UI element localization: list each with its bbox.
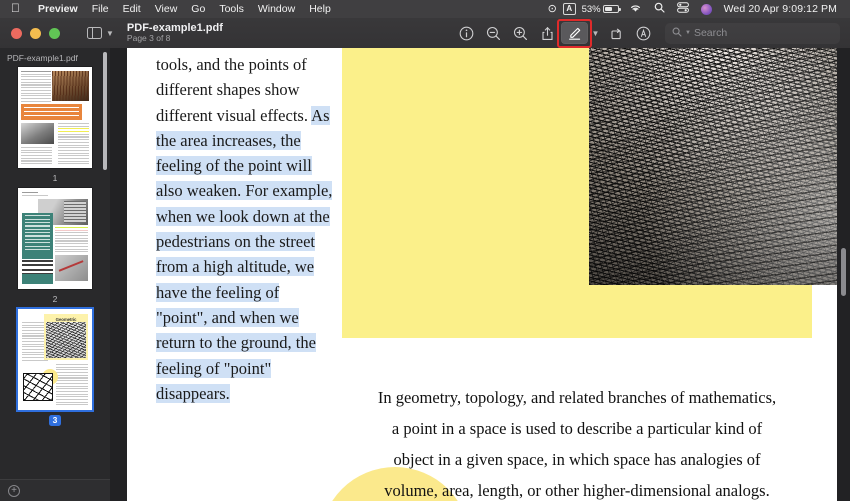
thumb2-right-column <box>55 227 88 254</box>
left-text-column[interactable]: tools, and the points of different shape… <box>156 52 334 406</box>
thumb3-right-column <box>56 364 88 407</box>
zoom-window-button[interactable] <box>49 27 60 39</box>
markup-button-group <box>557 18 592 48</box>
zoom-in-button[interactable] <box>507 22 534 44</box>
thumb2-header <box>22 192 88 197</box>
siri-icon[interactable] <box>700 3 712 15</box>
input-source-icon[interactable]: A <box>562 3 576 15</box>
sidebar-toggle-button[interactable]: ▼ <box>87 26 114 40</box>
rotate-button[interactable] <box>603 22 630 44</box>
apple-menu-icon[interactable]:  <box>0 2 31 14</box>
menu-item-help[interactable]: Help <box>302 3 338 15</box>
preview-window: ▼ PDF-example1.pdf Page 3 of 8 ▼ ▼ Searc… <box>0 18 850 501</box>
thumb2-teal-footer <box>22 274 53 284</box>
list-item[interactable]: 1 <box>0 67 110 184</box>
markup-button[interactable] <box>561 22 588 44</box>
sidebar-gutter <box>110 48 127 501</box>
thumbnail-page-3[interactable]: Geometric Philosophy <box>18 309 92 410</box>
control-center-icon[interactable] <box>671 2 695 16</box>
search-scope-chevron-down-icon[interactable]: ▼ <box>685 30 691 36</box>
list-item[interactable]: 2 <box>0 188 110 305</box>
spotlight-search-icon[interactable] <box>648 2 671 16</box>
thumb1-bottom-column <box>21 147 52 166</box>
search-field[interactable]: ▼ Search <box>665 22 840 44</box>
pdf-page-3: tools, and the points of different shape… <box>127 48 850 501</box>
page-yellow-panel <box>342 48 850 338</box>
page-number-label: 1 <box>52 173 58 183</box>
document-view[interactable]: tools, and the points of different shape… <box>127 48 850 501</box>
thumbnail-sidebar: PDF-example1.pdf 1 2 Geometric 3 + <box>0 48 110 501</box>
minimize-button[interactable] <box>30 27 41 39</box>
page-number-label: 2 <box>52 294 58 304</box>
sidebar-bottom-bar: + <box>0 479 110 501</box>
menu-bar-clock[interactable]: Wed 20 Apr 9:09:12 PM <box>718 3 843 15</box>
thumbnail-page-2[interactable] <box>18 188 92 289</box>
menu-item-window[interactable]: Window <box>251 3 302 15</box>
thumb1-right-column <box>58 123 89 166</box>
info-button[interactable] <box>453 22 480 44</box>
wireframe-artwork-image <box>589 48 850 285</box>
thumb1-photo <box>52 71 89 101</box>
thumb3-banner-art <box>46 322 86 358</box>
thumb3-yellow-banner: Geometric Philosophy <box>44 314 88 360</box>
left-text-selection: As the area increases, the feeling of th… <box>156 105 333 403</box>
battery-percent-label: 53% <box>581 3 601 15</box>
title-block: PDF-example1.pdf Page 3 of 8 <box>127 22 223 44</box>
menu-item-go[interactable]: Go <box>184 3 212 15</box>
left-text-plain: tools, and the points of different shape… <box>156 55 312 125</box>
menu-item-preview[interactable]: Preview <box>31 3 85 15</box>
page-number-label: 3 <box>48 415 62 426</box>
thumb1-photo-2 <box>21 123 54 144</box>
chevron-down-icon: ▼ <box>106 28 114 38</box>
document-scrollbar[interactable] <box>841 248 846 296</box>
menu-bar:  Preview File Edit View Go Tools Window… <box>0 0 850 18</box>
sidebar-scrollbar[interactable] <box>103 52 107 170</box>
annotate-button[interactable] <box>630 22 657 44</box>
markup-dropdown-chevron-down-icon[interactable]: ▼ <box>588 29 603 38</box>
window-controls <box>0 27 60 39</box>
menu-item-file[interactable]: File <box>85 3 116 15</box>
thumbnail-page-1[interactable] <box>18 67 92 168</box>
thumb1-orange-banner <box>21 104 82 120</box>
share-button[interactable] <box>534 22 561 44</box>
document-scroll-strip <box>837 48 850 501</box>
sidebar-icon <box>87 26 102 40</box>
search-icon <box>672 27 682 39</box>
sidebar-scroll-area[interactable]: 1 2 Geometric 3 <box>0 67 110 467</box>
thumb2-teal-panel <box>22 213 53 259</box>
wifi-icon[interactable] <box>623 3 648 16</box>
page-status-label: Page 3 of 8 <box>126 33 171 44</box>
list-item[interactable]: Geometric Philosophy 3 <box>0 309 110 426</box>
screen-recording-icon[interactable]: ⊙ <box>542 3 563 15</box>
window-toolbar: ▼ PDF-example1.pdf Page 3 of 8 ▼ ▼ Searc… <box>0 18 850 48</box>
menu-item-edit[interactable]: Edit <box>116 3 148 15</box>
thumb2-diagram <box>55 255 88 281</box>
sidebar-header-title: PDF-example1.pdf <box>7 53 78 63</box>
right-text-column[interactable]: In geometry, topology, and related branc… <box>377 382 777 501</box>
zoom-out-button[interactable] <box>480 22 507 44</box>
menu-item-tools[interactable]: Tools <box>212 3 251 15</box>
battery-icon[interactable] <box>602 5 621 13</box>
toolbar-buttons: ▼ ▼ Search <box>453 18 850 48</box>
search-input[interactable]: Search <box>694 27 727 39</box>
close-button[interactable] <box>11 27 22 39</box>
menu-item-view[interactable]: View <box>148 3 185 15</box>
add-page-button[interactable]: + <box>8 484 20 497</box>
thumb3-line-art <box>23 373 53 401</box>
thumb1-text-column <box>21 71 51 103</box>
menu-bar-status-items: ⊙ A 53% Wed 20 Apr 9:09:12 PM <box>542 2 850 16</box>
